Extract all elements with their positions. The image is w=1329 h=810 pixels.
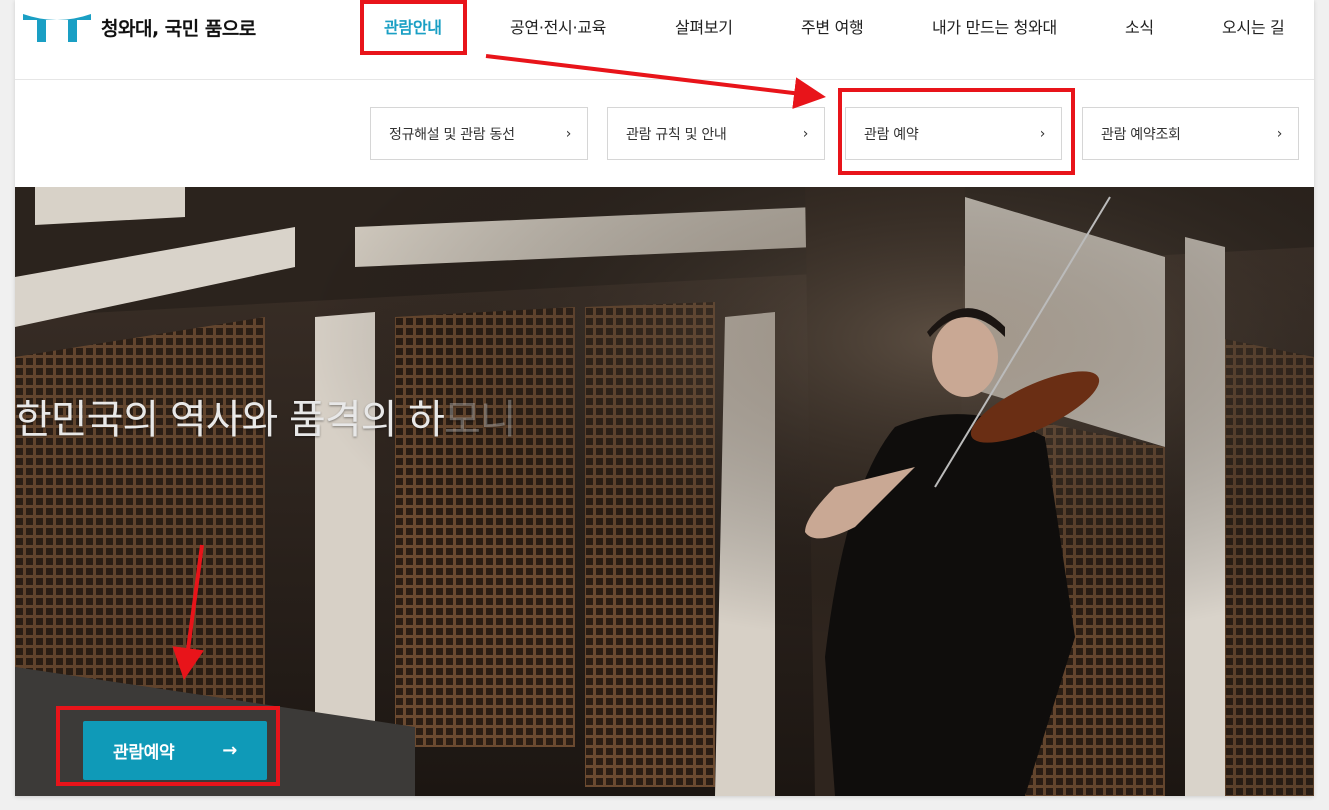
submenu-rules[interactable]: 관람 규칙 및 안내 › [607,107,825,160]
chevron-right-icon: › [1276,125,1283,142]
nav-news[interactable]: 소식 [1125,14,1154,38]
main-nav: 관람안내 공연·전시·교육 살펴보기 주변 여행 내가 만드는 청와대 소식 오… [15,14,1314,44]
submenu-reservation[interactable]: 관람 예약 › [845,107,1062,160]
nav-nearby-travel[interactable]: 주변 여행 [801,14,864,38]
sub-menu: 정규해설 및 관람 동선 › 관람 규칙 및 안내 › 관람 예약 › 관람 예… [15,81,1314,187]
nav-visit-info[interactable]: 관람안내 [384,14,442,38]
nav-my-cheongwadae[interactable]: 내가 만드는 청와대 [932,14,1057,38]
chevron-right-icon: › [565,125,572,142]
hero-background-image [15,187,1314,796]
reserve-button-label: 관람예약 [113,743,175,763]
nav-performances[interactable]: 공연·전시·교육 [510,14,606,38]
submenu-label: 관람 예약 [864,126,919,143]
nav-directions[interactable]: 오시는 길 [1222,14,1285,38]
submenu-guided-tour[interactable]: 정규해설 및 관람 동선 › [370,107,588,160]
hero-banner: 한민국의 역사와 품격의 하모니 관람예약 → [15,187,1314,796]
submenu-label: 관람 규칙 및 안내 [626,126,727,143]
chevron-right-icon: › [1039,125,1046,142]
arrow-right-icon: → [222,740,237,761]
submenu-label: 관람 예약조회 [1101,126,1181,143]
chevron-right-icon: › [802,125,809,142]
submenu-label: 정규해설 및 관람 동선 [389,126,515,143]
submenu-reservation-lookup[interactable]: 관람 예약조회 › [1082,107,1299,160]
reserve-button[interactable]: 관람예약 → [83,721,267,780]
browser-page: 청와대, 국민 품으로 관람안내 공연·전시·교육 살펴보기 주변 여행 내가 … [15,0,1314,796]
nav-explore[interactable]: 살펴보기 [675,14,733,38]
site-header: 청와대, 국민 품으로 관람안내 공연·전시·교육 살펴보기 주변 여행 내가 … [15,0,1314,80]
hero-title: 한민국의 역사와 품격의 하모니 [15,397,517,443]
